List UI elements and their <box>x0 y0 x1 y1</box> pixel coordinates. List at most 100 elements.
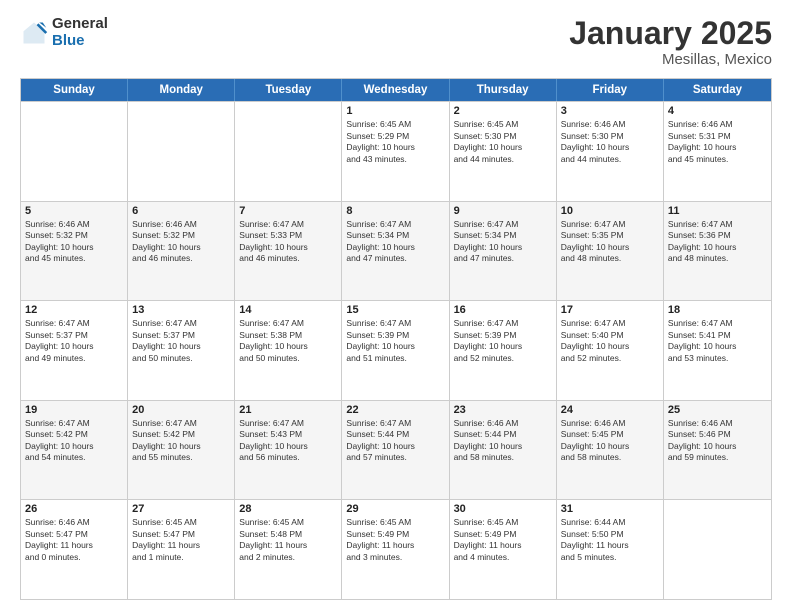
day-number-30: 30 <box>454 503 552 515</box>
calendar-cell-empty-0-1 <box>128 102 235 201</box>
day-number-28: 28 <box>239 503 337 515</box>
calendar-cell-21: 21 Sunrise: 6:47 AM Sunset: 5:43 PM Dayli… <box>235 401 342 500</box>
cell-info-1: Sunrise: 6:45 AM Sunset: 5:29 PM Dayligh… <box>346 119 444 165</box>
calendar-cell-28: 28 Sunrise: 6:45 AM Sunset: 5:48 PM Dayli… <box>235 500 342 599</box>
calendar-cell-1: 1 Sunrise: 6:45 AM Sunset: 5:29 PM Daylig… <box>342 102 449 201</box>
calendar-cell-13: 13Sunrise: 6:47 AM Sunset: 5:37 PM Dayli… <box>128 301 235 400</box>
calendar-cell-10: 10 Sunrise: 6:47 AM Sunset: 5:35 PM Dayli… <box>557 202 664 301</box>
calendar-cell-empty-0-0 <box>21 102 128 201</box>
logo: General Blue <box>20 16 108 49</box>
calendar-cell-16: 16 Sunrise: 6:47 AM Sunset: 5:39 PM Dayli… <box>450 301 557 400</box>
cell-info-30: Sunrise: 6:45 AM Sunset: 5:49 PM Dayligh… <box>454 517 552 563</box>
cell-info-31: Sunrise: 6:44 AM Sunset: 5:50 PM Dayligh… <box>561 517 659 563</box>
cell-info-6: Sunrise: 6:46 AM Sunset: 5:32 PM Dayligh… <box>132 219 230 265</box>
calendar-cell-27: 27 Sunrise: 6:45 AM Sunset: 5:47 PM Dayli… <box>128 500 235 599</box>
cell-info-7: Sunrise: 6:47 AM Sunset: 5:33 PM Dayligh… <box>239 219 337 265</box>
cell-info-9: Sunrise: 6:47 AM Sunset: 5:34 PM Dayligh… <box>454 219 552 265</box>
day-number-16: 16 <box>454 304 552 316</box>
cell-info-24: Sunrise: 6:46 AM Sunset: 5:45 PM Dayligh… <box>561 418 659 464</box>
day-number-27: 27 <box>132 503 230 515</box>
calendar-cell-9: 9Sunrise: 6:47 AM Sunset: 5:34 PM Daylig… <box>450 202 557 301</box>
cell-info-10: Sunrise: 6:47 AM Sunset: 5:35 PM Dayligh… <box>561 219 659 265</box>
title-block: January 2025 Mesillas, Mexico <box>569 16 772 68</box>
page: General Blue January 2025 Mesillas, Mexi… <box>0 0 792 612</box>
cell-info-8: Sunrise: 6:47 AM Sunset: 5:34 PM Dayligh… <box>346 219 444 265</box>
calendar-cell-23: 23 Sunrise: 6:46 AM Sunset: 5:44 PM Dayli… <box>450 401 557 500</box>
col-header-tuesday: Tuesday <box>235 79 342 101</box>
col-header-friday: Friday <box>557 79 664 101</box>
day-number-23: 23 <box>454 404 552 416</box>
cell-info-22: Sunrise: 6:47 AM Sunset: 5:44 PM Dayligh… <box>346 418 444 464</box>
cell-info-20: Sunrise: 6:47 AM Sunset: 5:42 PM Dayligh… <box>132 418 230 464</box>
header: General Blue January 2025 Mesillas, Mexi… <box>20 16 772 68</box>
calendar-cell-26: 26 Sunrise: 6:46 AM Sunset: 5:47 PM Dayli… <box>21 500 128 599</box>
logo-blue-label: Blue <box>52 33 108 50</box>
calendar-cell-18: 18 Sunrise: 6:47 AM Sunset: 5:41 PM Dayli… <box>664 301 771 400</box>
calendar-cell-24: 24 Sunrise: 6:46 AM Sunset: 5:45 PM Dayli… <box>557 401 664 500</box>
cell-info-16: Sunrise: 6:47 AM Sunset: 5:39 PM Dayligh… <box>454 318 552 364</box>
col-header-thursday: Thursday <box>450 79 557 101</box>
cell-info-3: Sunrise: 6:46 AM Sunset: 5:30 PM Dayligh… <box>561 119 659 165</box>
calendar-cell-14: 14 Sunrise: 6:47 AM Sunset: 5:38 PM Dayli… <box>235 301 342 400</box>
day-number-29: 29 <box>346 503 444 515</box>
col-header-sunday: Sunday <box>21 79 128 101</box>
cell-info-23: Sunrise: 6:46 AM Sunset: 5:44 PM Dayligh… <box>454 418 552 464</box>
calendar-cell-4: 4Sunrise: 6:46 AM Sunset: 5:31 PM Daylig… <box>664 102 771 201</box>
cell-info-4: Sunrise: 6:46 AM Sunset: 5:31 PM Dayligh… <box>668 119 767 165</box>
cell-info-12: Sunrise: 6:47 AM Sunset: 5:37 PM Dayligh… <box>25 318 123 364</box>
calendar-cell-empty-0-2 <box>235 102 342 201</box>
day-number-2: 2 <box>454 105 552 117</box>
page-title: January 2025 <box>569 16 772 51</box>
calendar-cell-31: 31 Sunrise: 6:44 AM Sunset: 5:50 PM Dayli… <box>557 500 664 599</box>
cell-info-2: Sunrise: 6:45 AM Sunset: 5:30 PM Dayligh… <box>454 119 552 165</box>
day-number-14: 14 <box>239 304 337 316</box>
calendar-row-2: 12 Sunrise: 6:47 AM Sunset: 5:37 PM Dayli… <box>21 300 771 400</box>
cell-info-15: Sunrise: 6:47 AM Sunset: 5:39 PM Dayligh… <box>346 318 444 364</box>
day-number-31: 31 <box>561 503 659 515</box>
cell-info-21: Sunrise: 6:47 AM Sunset: 5:43 PM Dayligh… <box>239 418 337 464</box>
day-number-17: 17 <box>561 304 659 316</box>
col-header-saturday: Saturday <box>664 79 771 101</box>
cell-info-25: Sunrise: 6:46 AM Sunset: 5:46 PM Dayligh… <box>668 418 767 464</box>
day-number-18: 18 <box>668 304 767 316</box>
calendar-cell-8: 8Sunrise: 6:47 AM Sunset: 5:34 PM Daylig… <box>342 202 449 301</box>
day-number-11: 11 <box>668 205 767 217</box>
calendar-header: SundayMondayTuesdayWednesdayThursdayFrid… <box>21 79 771 101</box>
day-number-26: 26 <box>25 503 123 515</box>
calendar-cell-29: 29 Sunrise: 6:45 AM Sunset: 5:49 PM Dayli… <box>342 500 449 599</box>
calendar-cell-15: 15Sunrise: 6:47 AM Sunset: 5:39 PM Dayli… <box>342 301 449 400</box>
cell-info-5: Sunrise: 6:46 AM Sunset: 5:32 PM Dayligh… <box>25 219 123 265</box>
logo-general-label: General <box>52 16 108 33</box>
day-number-10: 10 <box>561 205 659 217</box>
logo-text: General Blue <box>52 16 108 49</box>
calendar-row-3: 19 Sunrise: 6:47 AM Sunset: 5:42 PM Dayli… <box>21 400 771 500</box>
cell-info-19: Sunrise: 6:47 AM Sunset: 5:42 PM Dayligh… <box>25 418 123 464</box>
cell-info-18: Sunrise: 6:47 AM Sunset: 5:41 PM Dayligh… <box>668 318 767 364</box>
cell-info-14: Sunrise: 6:47 AM Sunset: 5:38 PM Dayligh… <box>239 318 337 364</box>
calendar-cell-22: 22Sunrise: 6:47 AM Sunset: 5:44 PM Dayli… <box>342 401 449 500</box>
calendar: SundayMondayTuesdayWednesdayThursdayFrid… <box>20 78 772 600</box>
calendar-cell-25: 25 Sunrise: 6:46 AM Sunset: 5:46 PM Dayli… <box>664 401 771 500</box>
day-number-12: 12 <box>25 304 123 316</box>
day-number-21: 21 <box>239 404 337 416</box>
calendar-row-0: 1 Sunrise: 6:45 AM Sunset: 5:29 PM Daylig… <box>21 101 771 201</box>
calendar-cell-3: 3Sunrise: 6:46 AM Sunset: 5:30 PM Daylig… <box>557 102 664 201</box>
cell-info-29: Sunrise: 6:45 AM Sunset: 5:49 PM Dayligh… <box>346 517 444 563</box>
calendar-cell-11: 11Sunrise: 6:47 AM Sunset: 5:36 PM Dayli… <box>664 202 771 301</box>
cell-info-28: Sunrise: 6:45 AM Sunset: 5:48 PM Dayligh… <box>239 517 337 563</box>
day-number-25: 25 <box>668 404 767 416</box>
day-number-19: 19 <box>25 404 123 416</box>
calendar-body: 1 Sunrise: 6:45 AM Sunset: 5:29 PM Daylig… <box>21 101 771 599</box>
day-number-7: 7 <box>239 205 337 217</box>
cell-info-26: Sunrise: 6:46 AM Sunset: 5:47 PM Dayligh… <box>25 517 123 563</box>
location-label: Mesillas, Mexico <box>569 51 772 68</box>
day-number-13: 13 <box>132 304 230 316</box>
cell-info-17: Sunrise: 6:47 AM Sunset: 5:40 PM Dayligh… <box>561 318 659 364</box>
cell-info-27: Sunrise: 6:45 AM Sunset: 5:47 PM Dayligh… <box>132 517 230 563</box>
calendar-cell-7: 7 Sunrise: 6:47 AM Sunset: 5:33 PM Daylig… <box>235 202 342 301</box>
day-number-20: 20 <box>132 404 230 416</box>
calendar-cell-20: 20 Sunrise: 6:47 AM Sunset: 5:42 PM Dayli… <box>128 401 235 500</box>
day-number-1: 1 <box>346 105 444 117</box>
day-number-24: 24 <box>561 404 659 416</box>
calendar-cell-empty-4-6 <box>664 500 771 599</box>
